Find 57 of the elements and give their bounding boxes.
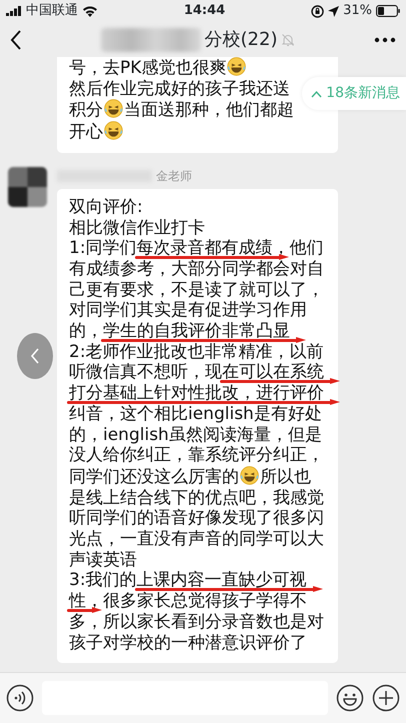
message-text: 有成绩参考，大部分同学都会对自 bbox=[69, 258, 324, 279]
new-messages-button[interactable]: 18条新消息 bbox=[302, 77, 406, 110]
message-text: 打分基础上针对性批改，进行评价 bbox=[69, 383, 324, 404]
message-text: 听同学们的语音好像发现了很多闪 bbox=[69, 508, 324, 528]
message-text: ，很多家长总觉得孩子学得不 bbox=[86, 591, 307, 612]
message-text: 开心 bbox=[69, 122, 103, 142]
message-text: 同学们还没这么厉害的 bbox=[69, 466, 239, 487]
message-text: 3:我们的 bbox=[69, 570, 137, 590]
message-text: 的，ienglish虽然阅读海量，但是 bbox=[69, 424, 322, 445]
message-text: 学生的自我评价非常凸显 bbox=[103, 321, 290, 342]
message-text: 相比微信作业打卡 bbox=[69, 218, 205, 238]
plus-icon[interactable] bbox=[372, 684, 400, 712]
message-text: 多，所以家长看到分录音数也是对 bbox=[69, 612, 324, 632]
carrier-name: 中国联通 bbox=[26, 2, 78, 20]
message-text: 2:老师作业批改也非常精准，以前 bbox=[69, 342, 324, 362]
message-text: 1:同学们 bbox=[69, 238, 137, 258]
message-text: 的， bbox=[69, 321, 103, 342]
message-text: 对同学们其实是有促进学习作用 bbox=[69, 300, 307, 320]
message-text: 当面送那种，他们都超 bbox=[124, 100, 294, 120]
message-text: 己更有要求，不是读了就可以了， bbox=[69, 280, 324, 300]
clock-time: 14:44 bbox=[184, 2, 226, 20]
battery-icon bbox=[376, 5, 400, 17]
back-icon[interactable] bbox=[10, 30, 22, 50]
battery-percent: 31% bbox=[343, 2, 372, 20]
laughing-emoji-icon bbox=[104, 121, 123, 140]
message-text: 纠音，这个相比ienglish是有好处 bbox=[69, 404, 322, 424]
message-text: 然后作业完成好的孩子我还送 bbox=[69, 78, 290, 99]
chat-title: 分校(22) bbox=[204, 28, 278, 52]
signal-icon bbox=[6, 6, 22, 16]
chevron-up-icon bbox=[311, 90, 322, 98]
message-text: 号，去PK感觉也很爽 bbox=[69, 58, 226, 78]
sender-name: 金老师 bbox=[156, 168, 192, 185]
message-text: 孩子对学校的一种潜意识评价了 bbox=[69, 632, 307, 653]
message-text: 在可以在系统 bbox=[222, 362, 324, 382]
emoji-icon[interactable] bbox=[336, 684, 364, 712]
message-text: 光点，一直没有声音的同学可以大 bbox=[69, 529, 324, 550]
message-text: 所以也 bbox=[260, 466, 311, 487]
message-text: 听微信真不想听，现 bbox=[69, 362, 222, 382]
message-text: 声读英语 bbox=[69, 550, 137, 570]
message-text: ，他们 bbox=[272, 238, 324, 258]
message-text: 双向评价: bbox=[69, 196, 143, 217]
more-icon[interactable] bbox=[374, 36, 396, 42]
avatar[interactable] bbox=[8, 166, 47, 207]
message-text: 性 bbox=[69, 591, 86, 612]
laughing-emoji-icon bbox=[227, 57, 246, 76]
wifi-icon bbox=[82, 5, 98, 17]
location-icon bbox=[328, 6, 340, 16]
message-text: 上课内容一直缺少可视 bbox=[136, 570, 307, 590]
laughing-emoji-icon bbox=[104, 99, 123, 118]
message-text: 积分 bbox=[69, 100, 103, 120]
message-text: 没人给你纠正，靠系统评分纠正， bbox=[69, 445, 324, 466]
laughing-emoji-icon bbox=[240, 466, 259, 485]
message-text: 每次录音都有成绩 bbox=[136, 238, 273, 258]
back-icon bbox=[30, 348, 40, 364]
message-text: 是线上结合线下的优点吧，我感觉 bbox=[69, 488, 324, 508]
voice-icon[interactable] bbox=[6, 684, 34, 712]
rotation-lock-icon bbox=[311, 4, 324, 18]
